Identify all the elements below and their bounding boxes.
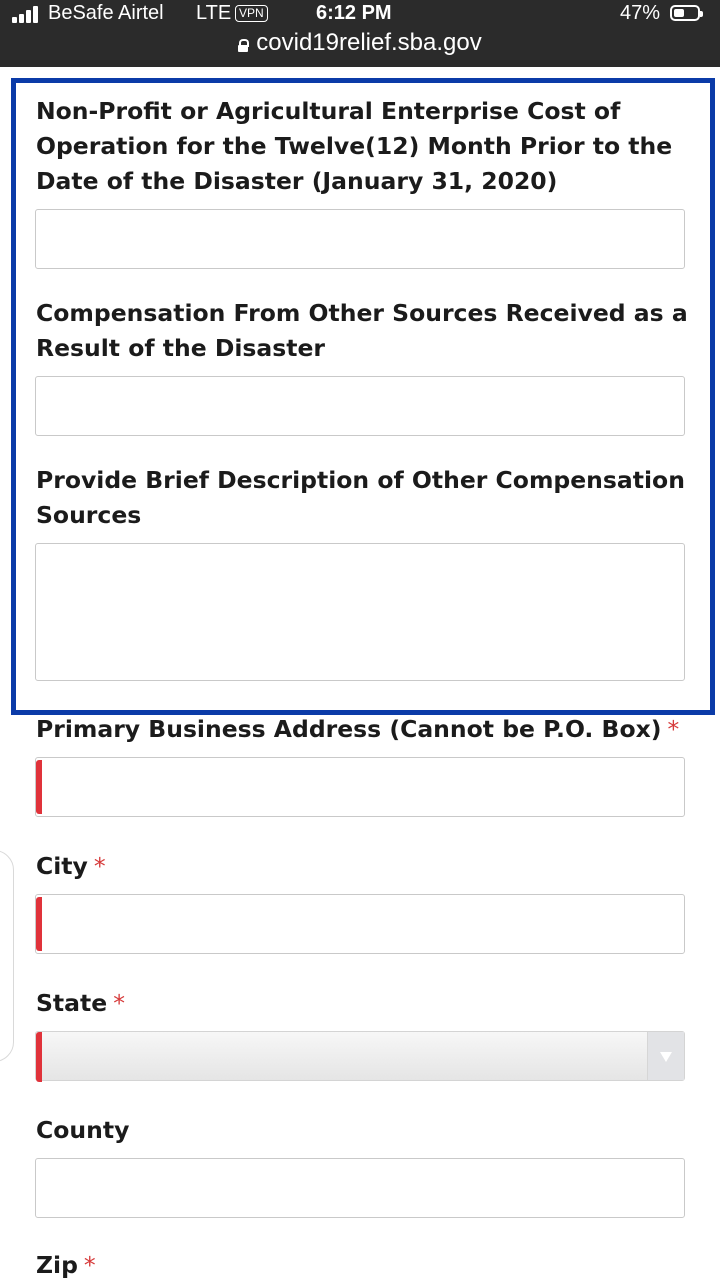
required-asterisk: * [113, 989, 125, 1017]
required-asterisk: * [93, 852, 106, 880]
county-label: County [36, 1116, 130, 1144]
state-label: State * [36, 986, 696, 1021]
clock: 6:12 PM [316, 2, 392, 24]
business-address-field[interactable] [46, 758, 674, 816]
status-bar: BeSafe Airtel LTE VPN 6:12 PM 47% [0, 0, 720, 28]
city-input[interactable] [35, 894, 685, 954]
county-input[interactable] [35, 1158, 685, 1218]
address-bar[interactable]: covid19relief.sba.gov [0, 27, 720, 61]
battery-percent: 47% [620, 2, 661, 24]
state-select[interactable] [35, 1031, 685, 1082]
url-text: covid19relief.sba.gov [256, 29, 482, 56]
business-address-input[interactable] [35, 757, 685, 817]
network-type: LTE [196, 2, 232, 24]
business-address-label: Primary Business Address (Cannot be P.O.… [36, 712, 696, 747]
page-edge-decoration [0, 850, 14, 1062]
compensation-description-label: Provide Brief Description of Other Compe… [36, 466, 685, 529]
county-field[interactable] [46, 1159, 674, 1217]
city-label: City * [36, 849, 696, 884]
carrier-name: BeSafe Airtel [48, 2, 164, 24]
zip-label: Zip * [36, 1248, 696, 1283]
vpn-badge: VPN [235, 5, 268, 22]
business-address-label-text: Primary Business Address (Cannot be P.O.… [36, 715, 662, 743]
compensation-description-textarea[interactable] [35, 543, 685, 681]
city-field[interactable] [46, 895, 674, 953]
state-label-text: State [36, 989, 108, 1017]
other-compensation-field[interactable] [46, 377, 674, 435]
signal-strength-icon [12, 5, 42, 23]
cost-of-operation-input[interactable] [35, 209, 685, 269]
other-compensation-label: Compensation From Other Sources Received… [36, 299, 688, 362]
browser-top-bar: BeSafe Airtel LTE VPN 6:12 PM 47% covid1… [0, 0, 720, 67]
battery-icon [670, 5, 703, 21]
city-label-text: City [36, 852, 88, 880]
cost-of-operation-label: Non-Profit or Agricultural Enterprise Co… [36, 97, 673, 195]
cost-of-operation-field[interactable] [46, 210, 674, 268]
lock-icon [238, 39, 250, 52]
chevron-down-icon[interactable] [647, 1032, 684, 1080]
other-compensation-input[interactable] [35, 376, 685, 436]
required-asterisk: * [667, 715, 680, 743]
